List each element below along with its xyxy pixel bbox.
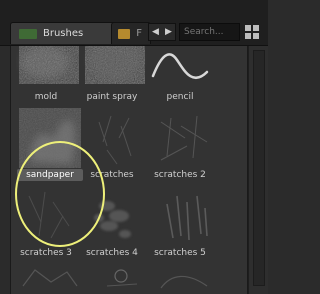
tab-scroll-arrows: ◀ ▶ [148,23,176,41]
pencil-thumbnail[interactable] [151,53,209,79]
scratches-3-thumbnail[interactable] [28,191,70,239]
brush-label-pencil[interactable]: pencil [147,92,213,102]
brush-label-mold[interactable]: mold [13,92,79,102]
scratches-4-thumbnail[interactable] [94,201,131,238]
tab-scroll-left-icon[interactable]: ◀ [149,24,162,40]
panel-header: Brushes F ◀ ▶ [0,0,268,46]
sandpaper-thumbnail[interactable] [19,108,81,168]
tab-brushes-label: Brushes [43,28,84,39]
brush-label-scratches-3[interactable]: scratches 3 [13,248,79,258]
scratches-5-thumbnail[interactable] [166,195,208,241]
scrollbar-thumb[interactable] [253,50,265,286]
brush-grid: mold paint spray pencil sandpaper scratc… [10,46,248,294]
mold-thumbnail[interactable] [19,46,79,84]
brush-label-scratches-5[interactable]: scratches 5 [147,248,213,258]
vertical-scrollbar[interactable] [248,46,268,294]
brush-label-paint-spray[interactable]: paint spray [79,92,145,102]
search-input[interactable] [179,23,240,41]
brush-label-scratches-4[interactable]: scratches 4 [79,248,145,258]
brush-label-scratches-2[interactable]: scratches 2 [147,170,213,180]
tab-other[interactable]: F [111,22,151,44]
brushes-tab-swatch [19,28,37,39]
tab-other-label: F [136,28,142,39]
paint-spray-thumbnail[interactable] [85,46,145,84]
scratches-thumbnail[interactable] [98,115,132,165]
grid-view-icon[interactable] [244,24,260,40]
other-tab-swatch [118,28,131,39]
tab-scroll-right-icon[interactable]: ▶ [162,24,175,40]
brush-label-scratches[interactable]: scratches [79,170,145,180]
brush-label-sandpaper[interactable]: sandpaper [17,169,83,181]
scratches-2-thumbnail[interactable] [160,115,208,161]
row-4-thumbnails [22,269,208,289]
